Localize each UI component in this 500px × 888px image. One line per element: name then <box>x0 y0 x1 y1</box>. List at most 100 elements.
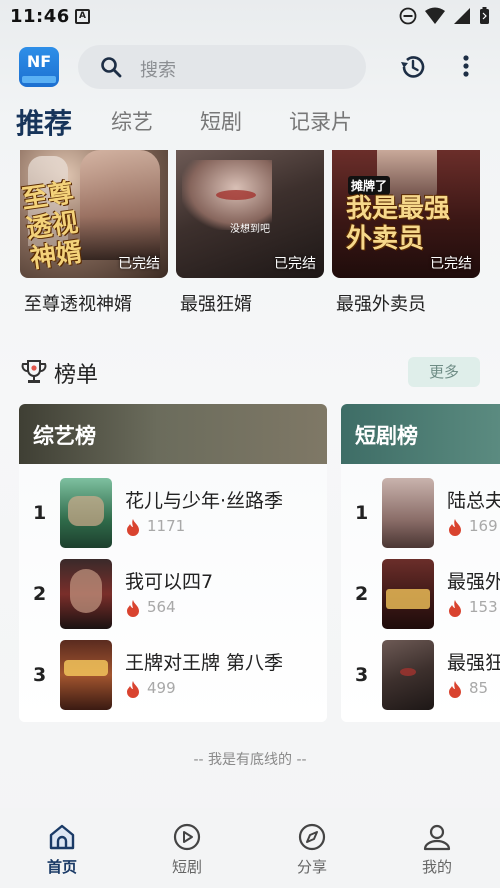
status-bar: 11:46 A <box>0 0 500 34</box>
rankings-title: 榜单 <box>54 363 99 388</box>
panel-header[interactable]: 综艺榜 <box>19 404 327 464</box>
panel-list: 1 陆总夫 169 2 最强外 153 3 最强狂 85 <box>341 464 500 722</box>
history-icon <box>401 56 425 78</box>
compass-icon <box>298 823 326 851</box>
bottom-nav: 首页 短剧 分享 我的 <box>0 808 500 888</box>
rank-number: 3 <box>355 664 369 686</box>
fire-icon <box>127 681 139 698</box>
hot-count: 169 <box>469 517 498 535</box>
item-title: 陆总夫 <box>447 490 500 512</box>
rank-number: 1 <box>355 502 369 524</box>
thumbnail <box>382 559 434 629</box>
do-not-disturb-icon <box>399 7 417 25</box>
item-title: 花儿与少年·丝路季 <box>125 490 284 512</box>
status-badge: 已完结 <box>274 256 316 272</box>
status-badge: 已完结 <box>430 256 472 272</box>
poster-image: 至尊透视神婿 已完结 <box>20 150 168 278</box>
ranking-row[interactable]: 3 最强狂 85 <box>341 640 500 710</box>
item-title: 最强狂 <box>447 652 500 674</box>
fire-icon <box>449 681 461 698</box>
recommended-card[interactable]: 没想到吧 已完结 最强狂婿 <box>176 150 324 316</box>
trophy-icon <box>21 360 47 383</box>
item-title: 最强外 <box>447 571 500 593</box>
rank-number: 3 <box>33 664 47 686</box>
ranking-panel-variety: 综艺榜 1 花儿与少年·丝路季 1171 2 我可以四7 564 3 王牌对王牌… <box>19 404 327 722</box>
status-time: 11:46 <box>10 6 70 27</box>
nav-profile[interactable]: 我的 <box>397 822 477 877</box>
tab-documentary[interactable]: 记录片 <box>289 106 352 136</box>
nav-short-drama[interactable]: 短剧 <box>147 822 227 877</box>
user-icon <box>423 824 451 851</box>
poster-tag: 摊牌了 <box>348 176 391 195</box>
search-bar[interactable]: 搜索 <box>78 45 366 89</box>
rank-number: 2 <box>33 583 47 605</box>
history-button[interactable] <box>398 52 428 82</box>
recommended-card[interactable]: 至尊透视神婿 已完结 至尊透视神婿 <box>20 150 168 316</box>
battery-icon <box>480 7 489 24</box>
tab-variety[interactable]: 综艺 <box>111 106 153 136</box>
poster-caption: 没想到吧 <box>230 224 270 235</box>
logo-strip <box>22 76 56 83</box>
hot-count: 499 <box>147 679 176 697</box>
app-logo[interactable]: NF <box>19 47 59 87</box>
status-badge: 已完结 <box>118 256 160 272</box>
play-circle-icon <box>173 823 201 851</box>
tab-recommended[interactable]: 推荐 <box>16 102 72 142</box>
app-header: NF 搜索 <box>0 40 500 96</box>
search-icon <box>101 57 122 78</box>
hot-count: 1171 <box>147 517 186 535</box>
rank-number: 1 <box>33 502 47 524</box>
status-icons <box>399 7 490 25</box>
hot-count: 564 <box>147 598 176 616</box>
thumbnail <box>60 478 112 548</box>
item-title: 王牌对王牌 第八季 <box>125 652 284 674</box>
ranking-row[interactable]: 2 我可以四7 564 <box>19 559 327 629</box>
nav-label: 短剧 <box>171 858 202 876</box>
panel-list: 1 花儿与少年·丝路季 1171 2 我可以四7 564 3 王牌对王牌 第八季… <box>19 464 327 722</box>
nav-label: 首页 <box>46 858 77 876</box>
panel-header[interactable]: 短剧榜 <box>341 404 500 464</box>
category-tabs: 推荐 综艺 短剧 记录片 <box>0 100 500 146</box>
recommended-card[interactable]: 摊牌了 我是最强外卖员 已完结 最强外卖员 <box>332 150 480 316</box>
hot-count: 153 <box>469 598 498 616</box>
rankings-header: 榜单 更多 <box>0 350 500 394</box>
thumbnail <box>382 478 434 548</box>
fire-icon <box>127 519 139 536</box>
nav-label: 我的 <box>421 858 452 876</box>
wifi-icon <box>425 7 445 24</box>
notification-icon: A <box>75 9 90 24</box>
more-vertical-icon <box>463 55 469 77</box>
card-title: 最强外卖员 <box>336 294 426 315</box>
ranking-row[interactable]: 1 陆总夫 169 <box>341 478 500 548</box>
panel-title: 综艺榜 <box>33 424 96 448</box>
hot-count: 85 <box>469 679 489 697</box>
recommended-list: 至尊透视神婿 已完结 至尊透视神婿 没想到吧 已完结 最强狂婿 摊牌了 我是最强… <box>0 150 500 320</box>
nav-share[interactable]: 分享 <box>272 822 352 877</box>
ranking-row[interactable]: 1 花儿与少年·丝路季 1171 <box>19 478 327 548</box>
ranking-panel-short-drama: 短剧榜 1 陆总夫 169 2 最强外 153 3 最强狂 85 <box>341 404 500 722</box>
logo-text: NF <box>26 52 52 71</box>
poster-image: 摊牌了 我是最强外卖员 已完结 <box>332 150 480 278</box>
more-button[interactable]: 更多 <box>408 357 480 387</box>
nav-label: 分享 <box>296 858 327 876</box>
fire-icon <box>449 519 461 536</box>
fire-icon <box>127 600 139 617</box>
card-title: 至尊透视神婿 <box>24 294 132 315</box>
thumbnail <box>382 640 434 710</box>
home-icon <box>49 824 75 850</box>
panel-title: 短剧榜 <box>355 424 418 448</box>
nav-home[interactable]: 首页 <box>22 822 102 877</box>
thumbnail <box>60 559 112 629</box>
poster-title: 我是最强外卖员 <box>346 194 451 254</box>
more-menu-button[interactable] <box>455 52 477 82</box>
poster-title: 至尊透视神婿 <box>20 178 85 275</box>
thumbnail <box>60 640 112 710</box>
search-placeholder: 搜索 <box>140 60 176 81</box>
item-title: 我可以四7 <box>125 571 214 593</box>
ranking-row[interactable]: 3 王牌对王牌 第八季 499 <box>19 640 327 710</box>
ranking-row[interactable]: 2 最强外 153 <box>341 559 500 629</box>
rank-number: 2 <box>355 583 369 605</box>
card-title: 最强狂婿 <box>180 294 252 315</box>
tab-short-drama[interactable]: 短剧 <box>200 106 242 136</box>
end-of-list-note: -- 我是有底线的 -- <box>193 752 307 768</box>
